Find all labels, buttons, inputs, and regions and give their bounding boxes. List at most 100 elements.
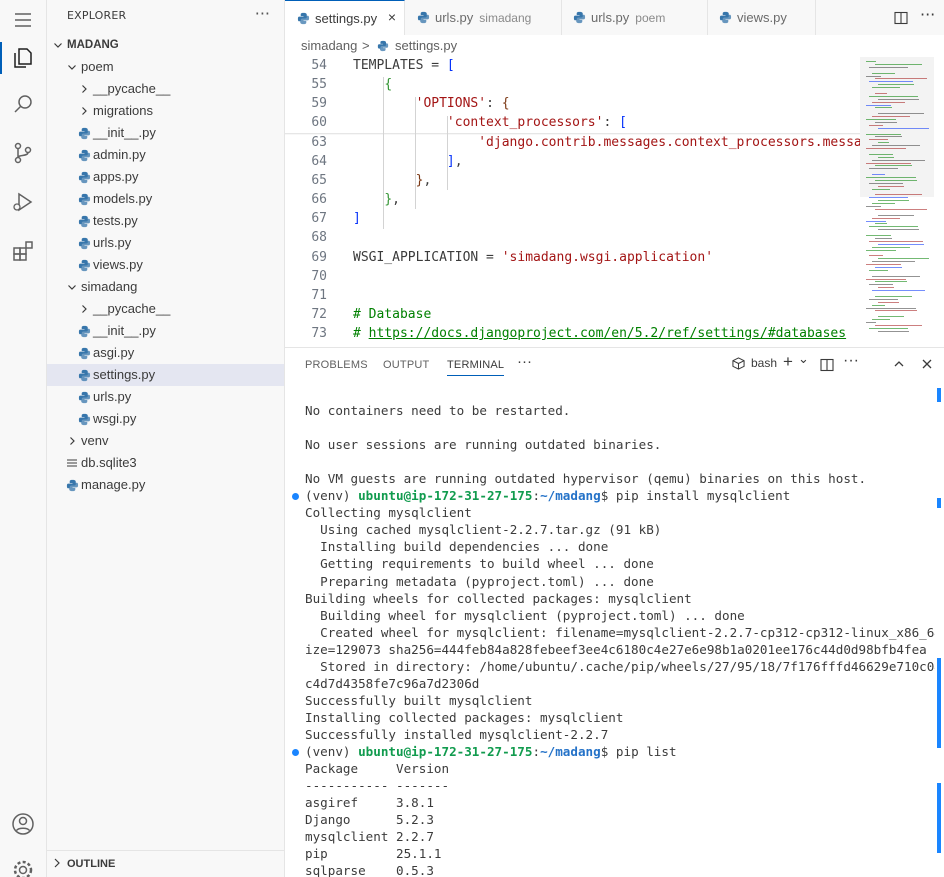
python-file-icon [77,254,91,276]
close-icon[interactable]: × [388,9,396,25]
tab-urls-simadang[interactable]: urls.py simadang [405,0,562,35]
line-number: 67 [311,211,327,227]
tree-file-db-sqlite3[interactable]: db.sqlite3 [47,452,284,474]
tree-item-label: views.py [93,257,143,272]
tree-file-views-py[interactable]: views.py [47,254,284,276]
split-editor-icon[interactable] [894,10,908,29]
extensions-icon[interactable] [0,231,46,271]
code-text: # Database [353,306,432,322]
close-panel-icon[interactable] [921,358,933,373]
settings-gear-icon[interactable] [0,850,46,877]
tree-file-asgi-py[interactable]: asgi.py [47,342,284,364]
terminal-line: pip 25.1.1 [305,846,442,862]
terminal-scrollbar[interactable] [935,388,944,877]
tree-item-label: db.sqlite3 [81,455,137,470]
terminal-line: sqlparse 0.5.3 [305,863,434,877]
python-file-icon [77,144,91,166]
python-file-icon [77,320,91,342]
tree-folder-pycache[interactable]: __pycache__ [47,298,284,320]
menu-icon[interactable] [0,0,46,40]
tab-problems[interactable]: PROBLEMS [305,359,368,371]
terminal-line: Successfully installed mysqlclient-2.2.7 [305,726,609,742]
new-terminal-button[interactable]: + [783,352,793,372]
tree-folder-simadang[interactable]: simadang [47,276,284,298]
terminal-more-icon[interactable]: ··· [843,352,859,370]
search-icon[interactable] [0,84,46,124]
split-terminal-icon[interactable] [820,358,834,375]
files-icon[interactable] [0,38,46,78]
tree-file-wsgi-py[interactable]: wsgi.py [47,408,284,430]
terminal-line: Django 5.2.3 [305,812,434,828]
tab-urls-poem[interactable]: urls.py poem [561,0,708,35]
breadcrumb-file[interactable]: settings.py [395,38,457,53]
code-text: WSGI_APPLICATION = 'simadang.wsgi.applic… [353,249,714,265]
tree-item-label: venv [81,433,109,448]
tab-terminal[interactable]: TERMINAL [447,359,505,376]
panel-more-icon[interactable]: ··· [517,353,532,370]
run-debug-icon[interactable] [0,182,46,222]
breadcrumb-separator: > [362,38,370,53]
tab-label: urls.py [435,10,474,25]
chevron-right-icon [52,857,62,873]
tab-views-py[interactable]: views.py [707,0,816,35]
editor-scrollbar[interactable] [936,57,944,347]
tree-file-tests-py[interactable]: tests.py [47,210,284,232]
tree-item-label: __pycache__ [93,301,171,316]
tree-item-label: apps.py [93,169,139,184]
terminal-line: Getting requirements to build wheel ... … [305,556,654,572]
tree-file-manage-py[interactable]: manage.py [47,474,284,496]
terminal-prompt-line: (venv) ubuntu@ip-172-31-27-175:~/madang$… [305,744,677,759]
code-line: 54 TEMPLATES = [ [285,58,860,77]
account-icon[interactable] [0,804,46,844]
explorer-more-actions[interactable]: ··· [255,4,270,23]
more-actions-icon[interactable]: ··· [920,5,935,24]
outline-section[interactable]: OUTLINE [47,850,284,877]
python-file-icon [77,364,91,386]
command-decoration-icon[interactable] [292,749,299,756]
terminal-output[interactable]: No containers need to be restarted. No us… [285,388,935,877]
tab-settings-py[interactable]: settings.py × [285,0,405,35]
workspace-root[interactable]: MADANG [47,34,284,56]
python-file-icon [65,474,79,496]
breadcrumb-folder[interactable]: simadang [301,38,357,53]
line-number: 54 [311,58,327,73]
terminal-line: No VM guests are running outdated hyperv… [305,471,867,487]
workspace-root-label: MADANG [67,39,119,51]
maximize-panel-icon[interactable] [893,358,905,373]
code-editor[interactable]: 54 TEMPLATES = [55 {59 'OPTIONS': {60 'co… [285,57,944,347]
command-decoration-icon[interactable] [292,493,299,501]
terminal-dropdown-icon[interactable]: ⌄ [798,351,809,367]
python-file-icon [417,11,430,27]
code-line: 63 'django.contrib.messages.context_proc… [285,134,869,154]
terminal-prompt-line: (venv) ubuntu@ip-172-31-27-175:~/madang$… [305,488,791,504]
tree-folder-venv[interactable]: venv [47,430,284,452]
line-number: 63 [311,134,327,150]
bottom-panel: PROBLEMS OUTPUT TERMINAL ··· bash + ⌄ ··… [285,347,944,877]
terminal-line: Using cached mysqlclient-2.2.7.tar.gz (9… [305,522,662,538]
tree-file-init-py[interactable]: __init__.py [47,122,284,144]
tree-file-init-py[interactable]: __init__.py [47,320,284,342]
terminal-shell-name[interactable]: bash [751,356,777,370]
tree-folder-migrations[interactable]: migrations [47,100,284,122]
python-file-icon [77,210,91,232]
tree-file-admin-py[interactable]: admin.py [47,144,284,166]
tree-folder-poem[interactable]: poem [47,56,284,78]
line-number: 55 [311,77,327,93]
terminal-line: ize=129073 sha256=444feb84a828febeef3ee4… [305,641,927,657]
tree-file-models-py[interactable]: models.py [47,188,284,210]
code-line: 55 { [285,77,860,96]
tab-output[interactable]: OUTPUT [383,359,429,371]
terminal-line: Building wheels for collected packages: … [305,590,692,606]
code-line: 73 # https://docs.djangoproject.com/en/5.… [285,326,860,345]
python-file-icon [297,12,310,28]
terminal-line: ----------- ------- [305,778,450,794]
tree-file-settings-py[interactable]: settings.py [47,364,284,386]
minimap[interactable] [860,57,934,347]
tree-file-urls-py[interactable]: urls.py [47,386,284,408]
tree-file-urls-py[interactable]: urls.py [47,232,284,254]
tree-folder-pycache[interactable]: __pycache__ [47,78,284,100]
tree-file-apps-py[interactable]: apps.py [47,166,284,188]
source-control-icon[interactable] [0,133,46,173]
outline-label: OUTLINE [67,858,116,870]
code-line: 59 'OPTIONS': { [285,96,860,115]
